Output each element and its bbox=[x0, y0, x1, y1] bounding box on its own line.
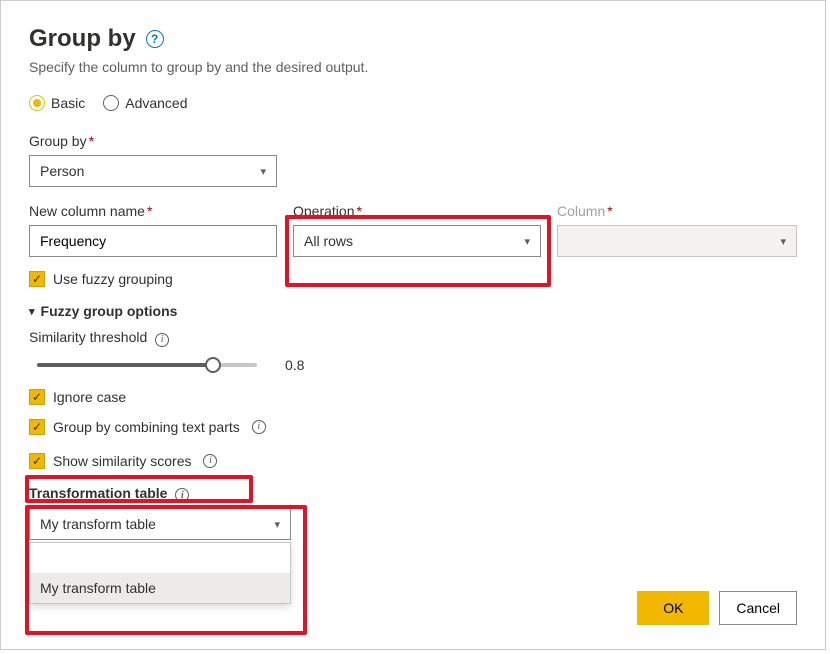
transform-table-value: My transform table bbox=[40, 516, 156, 532]
cancel-button[interactable]: Cancel bbox=[719, 591, 797, 625]
similarity-threshold-slider[interactable] bbox=[37, 355, 257, 375]
ok-button[interactable]: OK bbox=[637, 591, 709, 625]
ignore-case-label: Ignore case bbox=[53, 389, 126, 405]
transform-table-dropdown: My transform table bbox=[29, 542, 291, 604]
group-by-label: Group by* bbox=[29, 133, 797, 149]
similarity-threshold-value: 0.8 bbox=[285, 357, 304, 373]
slider-thumb[interactable] bbox=[205, 357, 221, 373]
similarity-threshold-row: Similarity threshold i bbox=[29, 329, 797, 347]
dialog-title: Group by bbox=[29, 25, 136, 53]
radio-advanced[interactable]: Advanced bbox=[103, 95, 187, 111]
new-column-label: New column name* bbox=[29, 203, 277, 219]
use-fuzzy-label: Use fuzzy grouping bbox=[53, 271, 173, 287]
check-icon: ✓ bbox=[32, 391, 42, 403]
operation-label: Operation* bbox=[293, 203, 541, 219]
dropdown-blank-option[interactable] bbox=[30, 543, 290, 573]
chevron-down-icon: ▾ bbox=[780, 235, 786, 248]
check-icon: ✓ bbox=[32, 421, 42, 433]
radio-checked-icon bbox=[29, 95, 45, 111]
radio-unchecked-icon bbox=[103, 95, 119, 111]
column-label: Column* bbox=[557, 203, 797, 219]
info-icon[interactable]: i bbox=[155, 333, 169, 347]
dialog-subtitle: Specify the column to group by and the d… bbox=[29, 59, 797, 75]
help-icon[interactable]: ? bbox=[146, 30, 164, 48]
info-icon[interactable]: i bbox=[252, 420, 266, 434]
chevron-down-icon: ▾ bbox=[524, 235, 530, 248]
show-scores-label: Show similarity scores bbox=[53, 453, 191, 469]
group-by-select[interactable]: Person ▾ bbox=[29, 155, 277, 187]
radio-basic[interactable]: Basic bbox=[29, 95, 85, 111]
fuzzy-options-toggle[interactable]: ▾ Fuzzy group options bbox=[29, 303, 797, 319]
show-scores-checkbox[interactable]: ✓ bbox=[29, 453, 45, 469]
group-by-value: Person bbox=[40, 163, 84, 179]
info-icon[interactable]: i bbox=[175, 488, 189, 502]
dropdown-option[interactable]: My transform table bbox=[30, 573, 290, 603]
column-select: ▾ bbox=[557, 225, 797, 257]
chevron-down-icon: ▾ bbox=[260, 165, 266, 178]
transform-table-label: Transformation table i bbox=[29, 485, 797, 503]
operation-value: All rows bbox=[304, 233, 353, 249]
combine-parts-checkbox[interactable]: ✓ bbox=[29, 419, 45, 435]
radio-advanced-label: Advanced bbox=[125, 95, 187, 111]
radio-basic-label: Basic bbox=[51, 95, 85, 111]
ignore-case-checkbox[interactable]: ✓ bbox=[29, 389, 45, 405]
new-column-input[interactable] bbox=[29, 225, 277, 257]
combine-parts-label: Group by combining text parts bbox=[53, 419, 240, 435]
check-icon: ✓ bbox=[32, 273, 42, 285]
operation-select[interactable]: All rows ▾ bbox=[293, 225, 541, 257]
fuzzy-options-header: Fuzzy group options bbox=[41, 303, 178, 319]
group-by-dialog: Group by ? Specify the column to group b… bbox=[0, 0, 826, 650]
use-fuzzy-checkbox[interactable]: ✓ bbox=[29, 271, 45, 287]
check-icon: ✓ bbox=[32, 455, 42, 467]
chevron-down-icon: ▾ bbox=[274, 518, 280, 531]
similarity-threshold-label: Similarity threshold bbox=[29, 329, 147, 345]
info-icon[interactable]: i bbox=[203, 454, 217, 468]
transform-table-select[interactable]: My transform table ▾ bbox=[29, 508, 291, 540]
chevron-down-icon: ▾ bbox=[29, 305, 35, 318]
